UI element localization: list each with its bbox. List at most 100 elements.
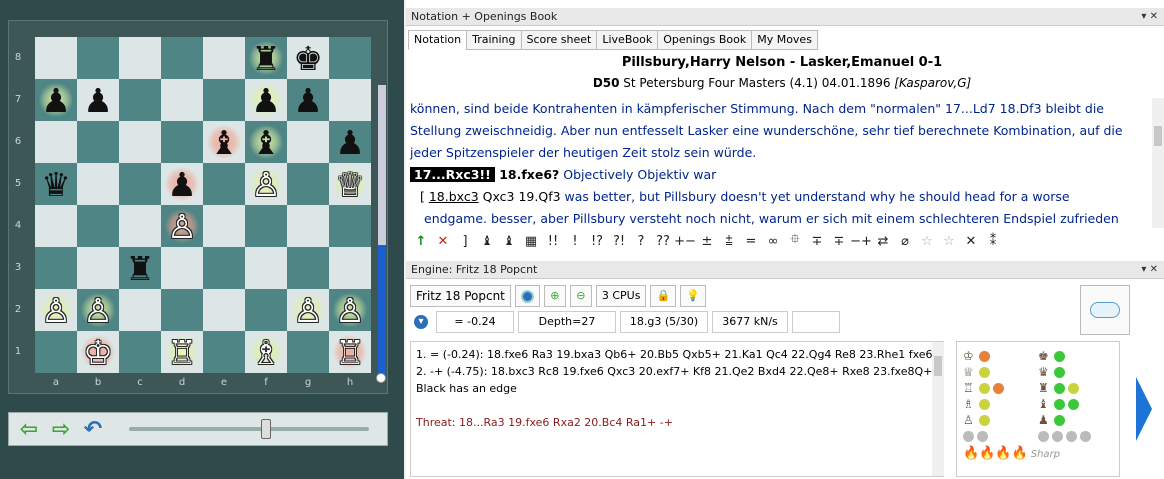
- variation-move[interactable]: 19.Qf3: [518, 189, 560, 204]
- white-pawn-icon[interactable]: ♙: [167, 210, 197, 243]
- square-b7[interactable]: ♟: [77, 79, 119, 121]
- annotation-symbol-button[interactable]: ✕: [432, 234, 454, 249]
- square-c6[interactable]: [119, 121, 161, 163]
- square-b3[interactable]: [77, 247, 119, 289]
- annotation-symbol-button[interactable]: ▦: [520, 234, 542, 249]
- engine-line[interactable]: 2. -+ (-4.75): 18.bxc3 Rc8 19.fxe6 Qxc3 …: [416, 363, 943, 380]
- square-h7[interactable]: [329, 79, 371, 121]
- square-a7[interactable]: ♟: [35, 79, 77, 121]
- square-f6[interactable]: ♝: [245, 121, 287, 163]
- square-g3[interactable]: [287, 247, 329, 289]
- tab-training[interactable]: Training: [466, 30, 522, 50]
- black-pawn-icon[interactable]: ♟: [335, 126, 365, 159]
- square-h3[interactable]: [329, 247, 371, 289]
- variation-move[interactable]: Qxc3: [479, 189, 519, 204]
- black-pawn-icon[interactable]: ♟: [293, 84, 323, 117]
- annotation-symbol-button[interactable]: ±: [696, 234, 718, 249]
- annotation-symbol-button[interactable]: ∓: [806, 234, 828, 249]
- black-queen-icon[interactable]: ♛: [41, 168, 71, 201]
- square-a2[interactable]: ♙: [35, 289, 77, 331]
- annotation-symbol-button[interactable]: ⩲: [718, 234, 740, 249]
- annotation-symbol-button[interactable]: ⯐: [784, 230, 806, 252]
- engine-start-button[interactable]: [514, 285, 540, 307]
- next-panel-arrow-button[interactable]: [1130, 341, 1158, 477]
- square-h8[interactable]: [329, 37, 371, 79]
- square-g2[interactable]: ♙: [287, 289, 329, 331]
- annotation-symbol-button[interactable]: +−: [674, 234, 696, 249]
- square-f3[interactable]: [245, 247, 287, 289]
- engine-lines[interactable]: 1. = (-0.24): 18.fxe6 Ra3 19.bxa3 Qb6+ 2…: [410, 341, 944, 477]
- square-g1[interactable]: [287, 331, 329, 373]
- square-e3[interactable]: [203, 247, 245, 289]
- square-g4[interactable]: [287, 205, 329, 247]
- square-b8[interactable]: [77, 37, 119, 79]
- black-pawn-icon[interactable]: ♟: [251, 84, 281, 117]
- black-king-icon[interactable]: ♚: [293, 42, 323, 75]
- forward-button[interactable]: ⇨: [47, 417, 75, 442]
- square-h4[interactable]: [329, 205, 371, 247]
- white-rook-icon[interactable]: ♖: [335, 336, 365, 369]
- square-g5[interactable]: [287, 163, 329, 205]
- tab-my-moves[interactable]: My Moves: [751, 30, 818, 50]
- square-f4[interactable]: [245, 205, 287, 247]
- square-g7[interactable]: ♟: [287, 79, 329, 121]
- black-pawn-icon[interactable]: ♟: [83, 84, 113, 117]
- annotation-symbol-button[interactable]: ♝: [476, 234, 498, 249]
- cloud-button[interactable]: [1080, 285, 1130, 335]
- square-e7[interactable]: [203, 79, 245, 121]
- notation-move[interactable]: 18.fxe6?: [495, 167, 559, 182]
- square-d4[interactable]: ♙: [161, 205, 203, 247]
- white-bishop-icon[interactable]: ♗: [251, 336, 281, 369]
- square-f2[interactable]: [245, 289, 287, 331]
- black-pawn-icon[interactable]: ♟: [167, 168, 197, 201]
- annotation-symbol-button[interactable]: !!: [542, 234, 564, 249]
- square-h5[interactable]: ♕: [329, 163, 371, 205]
- white-queen-icon[interactable]: ♕: [335, 168, 365, 201]
- square-b4[interactable]: [77, 205, 119, 247]
- annotation-symbol-button[interactable]: ⇄: [872, 234, 894, 249]
- annotation-symbol-button[interactable]: !?: [586, 234, 608, 249]
- annotation-symbol-button[interactable]: ?: [630, 234, 652, 249]
- cpus-button[interactable]: 3 CPUs: [595, 285, 647, 307]
- chessboard[interactable]: ♜ ♚ ♟ ♟ ♟ ♟ ♝ ♝ ♟ ♛ ♟ ♙ ♕ ♙ ♜ ♙ ♙ ♙ ♙ ♔ ♖ ♗ ♖: [35, 37, 371, 373]
- square-b1[interactable]: ♔: [77, 331, 119, 373]
- black-rook-icon[interactable]: ♜: [125, 252, 155, 285]
- square-h6[interactable]: ♟: [329, 121, 371, 163]
- square-d1[interactable]: ♖: [161, 331, 203, 373]
- annotation-symbol-button[interactable]: ☆: [938, 234, 960, 249]
- black-rook-icon[interactable]: ♜: [251, 42, 281, 75]
- square-g8[interactable]: ♚: [287, 37, 329, 79]
- square-e5[interactable]: [203, 163, 245, 205]
- white-pawn-icon[interactable]: ♙: [41, 294, 71, 327]
- annotation-symbol-button[interactable]: −+: [850, 234, 872, 249]
- variation-move[interactable]: 18.bxc3: [429, 189, 479, 204]
- annotation-symbol-button[interactable]: !: [564, 234, 586, 249]
- annotation-symbol-button[interactable]: ⌀: [894, 234, 916, 249]
- square-a8[interactable]: [35, 37, 77, 79]
- white-pawn-icon[interactable]: ♙: [251, 168, 281, 201]
- panel-menu-close-controls[interactable]: ▾ ✕: [1141, 261, 1158, 279]
- add-line-button[interactable]: ⊕: [543, 285, 566, 307]
- annotation-symbol-button[interactable]: ?!: [608, 234, 630, 249]
- black-bishop-icon[interactable]: ♝: [209, 126, 239, 159]
- square-a1[interactable]: [35, 331, 77, 373]
- engine-name-button[interactable]: Fritz 18 Popcnt: [410, 285, 511, 307]
- square-f7[interactable]: ♟: [245, 79, 287, 121]
- square-f5[interactable]: ♙: [245, 163, 287, 205]
- black-pawn-icon[interactable]: ♟: [41, 84, 71, 117]
- notation-scrollbar[interactable]: [1152, 98, 1164, 228]
- square-g6[interactable]: [287, 121, 329, 163]
- annotation-symbol-button[interactable]: ]: [454, 234, 476, 249]
- annotation-symbol-button[interactable]: ∞: [762, 234, 784, 249]
- square-c4[interactable]: [119, 205, 161, 247]
- square-b2[interactable]: ♙: [77, 289, 119, 331]
- tab-livebook[interactable]: LiveBook: [596, 30, 659, 50]
- square-f8[interactable]: ♜: [245, 37, 287, 79]
- white-rook-icon[interactable]: ♖: [167, 336, 197, 369]
- annotation-symbol-button[interactable]: ☆: [916, 234, 938, 249]
- square-c3[interactable]: ♜: [119, 247, 161, 289]
- move-slider-thumb[interactable]: [260, 419, 271, 439]
- annotation-symbol-button[interactable]: ♝: [498, 234, 520, 249]
- annotation-symbol-button[interactable]: ??: [652, 234, 674, 249]
- square-d6[interactable]: [161, 121, 203, 163]
